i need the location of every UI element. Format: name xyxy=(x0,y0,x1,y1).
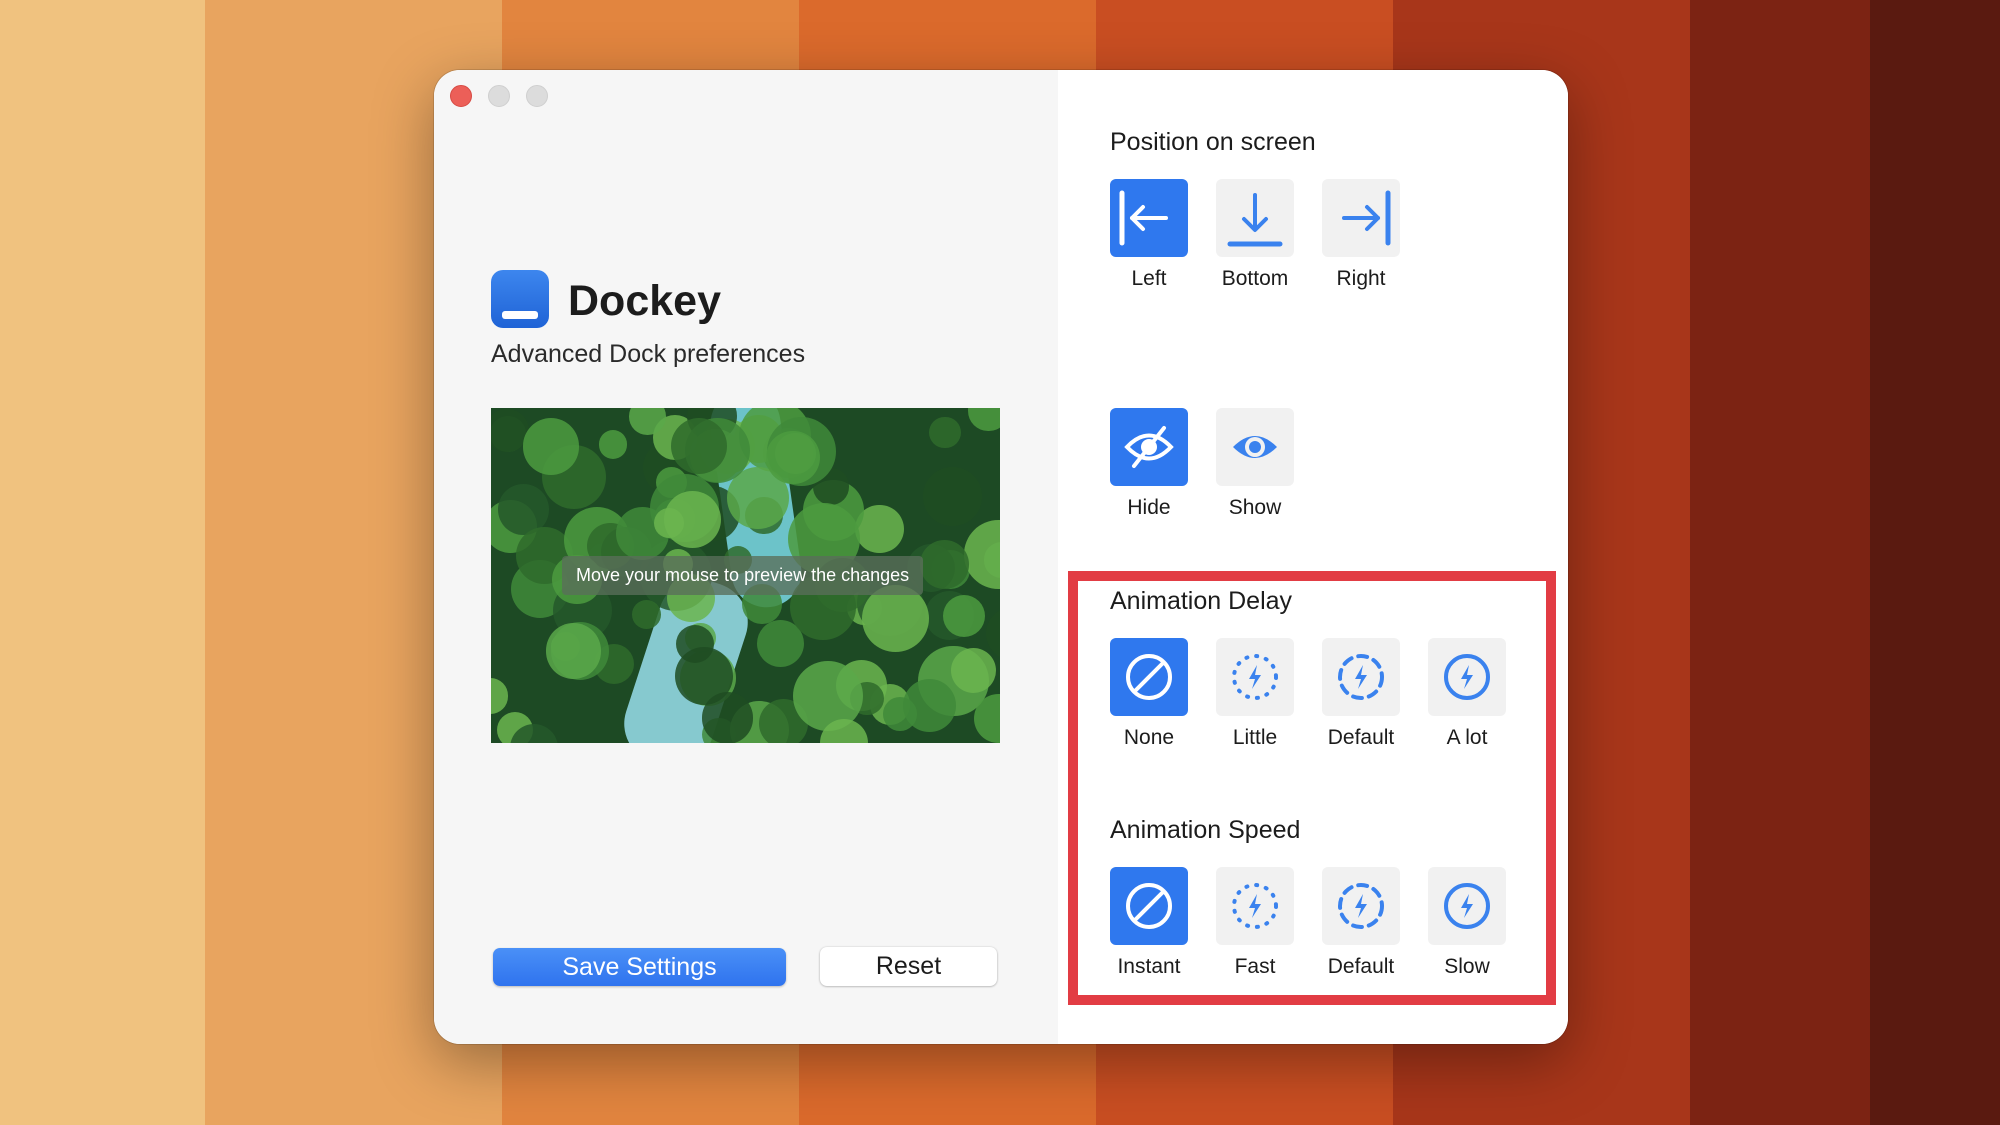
delay-option-a-lot[interactable] xyxy=(1428,638,1506,716)
speed-option-default[interactable] xyxy=(1322,867,1400,945)
speed-option-slow[interactable] xyxy=(1428,867,1506,945)
visibility-option-label: Hide xyxy=(1127,496,1171,519)
speed-option-instant[interactable] xyxy=(1110,867,1188,945)
app-subtitle: Advanced Dock preferences xyxy=(491,340,806,368)
animation-delay-title: Animation Delay xyxy=(1110,587,1293,615)
close-window-button[interactable] xyxy=(450,85,472,107)
app-name: Dockey xyxy=(568,277,721,325)
delay-option-little[interactable] xyxy=(1216,638,1294,716)
preview-caption: Move your mouse to preview the changes xyxy=(562,556,924,595)
delay-option-label: Little xyxy=(1232,726,1278,749)
speed-option-fast[interactable] xyxy=(1216,867,1294,945)
position-option-label: Bottom xyxy=(1221,267,1289,290)
background-stripe xyxy=(0,0,205,1125)
delay-option-default[interactable] xyxy=(1322,638,1400,716)
delay-option-label: None xyxy=(1123,726,1175,749)
app-window: Dockey Advanced Dock preferences Move yo… xyxy=(434,70,1568,1044)
animation-speed-title: Animation Speed xyxy=(1110,816,1301,844)
preview-image[interactable]: Move your mouse to preview the changes xyxy=(491,408,1000,743)
visibility-option-hide[interactable] xyxy=(1110,408,1188,486)
left-pane: Dockey Advanced Dock preferences Move yo… xyxy=(434,70,1058,1044)
visibility-option-show[interactable] xyxy=(1216,408,1294,486)
app-logo-icon xyxy=(491,270,549,328)
speed-option-label: Slow xyxy=(1444,955,1490,978)
position-option-label: Right xyxy=(1336,267,1386,290)
background-stripe xyxy=(1870,0,2000,1125)
background-stripe xyxy=(1690,0,1870,1125)
speed-option-label: Default xyxy=(1327,955,1395,978)
zoom-window-button[interactable] xyxy=(526,85,548,107)
delay-option-label: Default xyxy=(1327,726,1395,749)
minimize-window-button[interactable] xyxy=(488,85,510,107)
position-option-left[interactable] xyxy=(1110,179,1188,257)
reset-button[interactable]: Reset xyxy=(820,947,997,986)
speed-option-label: Instant xyxy=(1117,955,1181,978)
save-settings-button[interactable]: Save Settings xyxy=(493,948,786,986)
position-option-bottom[interactable] xyxy=(1216,179,1294,257)
speed-option-label: Fast xyxy=(1234,955,1276,978)
position-section-title: Position on screen xyxy=(1110,128,1316,156)
visibility-option-label: Show xyxy=(1228,496,1282,519)
delay-option-label: A lot xyxy=(1446,726,1488,749)
position-option-right[interactable] xyxy=(1322,179,1400,257)
settings-pane: Position on screen Left Bottom Right Hid… xyxy=(1058,70,1568,1044)
delay-option-none[interactable] xyxy=(1110,638,1188,716)
position-option-label: Left xyxy=(1131,267,1167,290)
